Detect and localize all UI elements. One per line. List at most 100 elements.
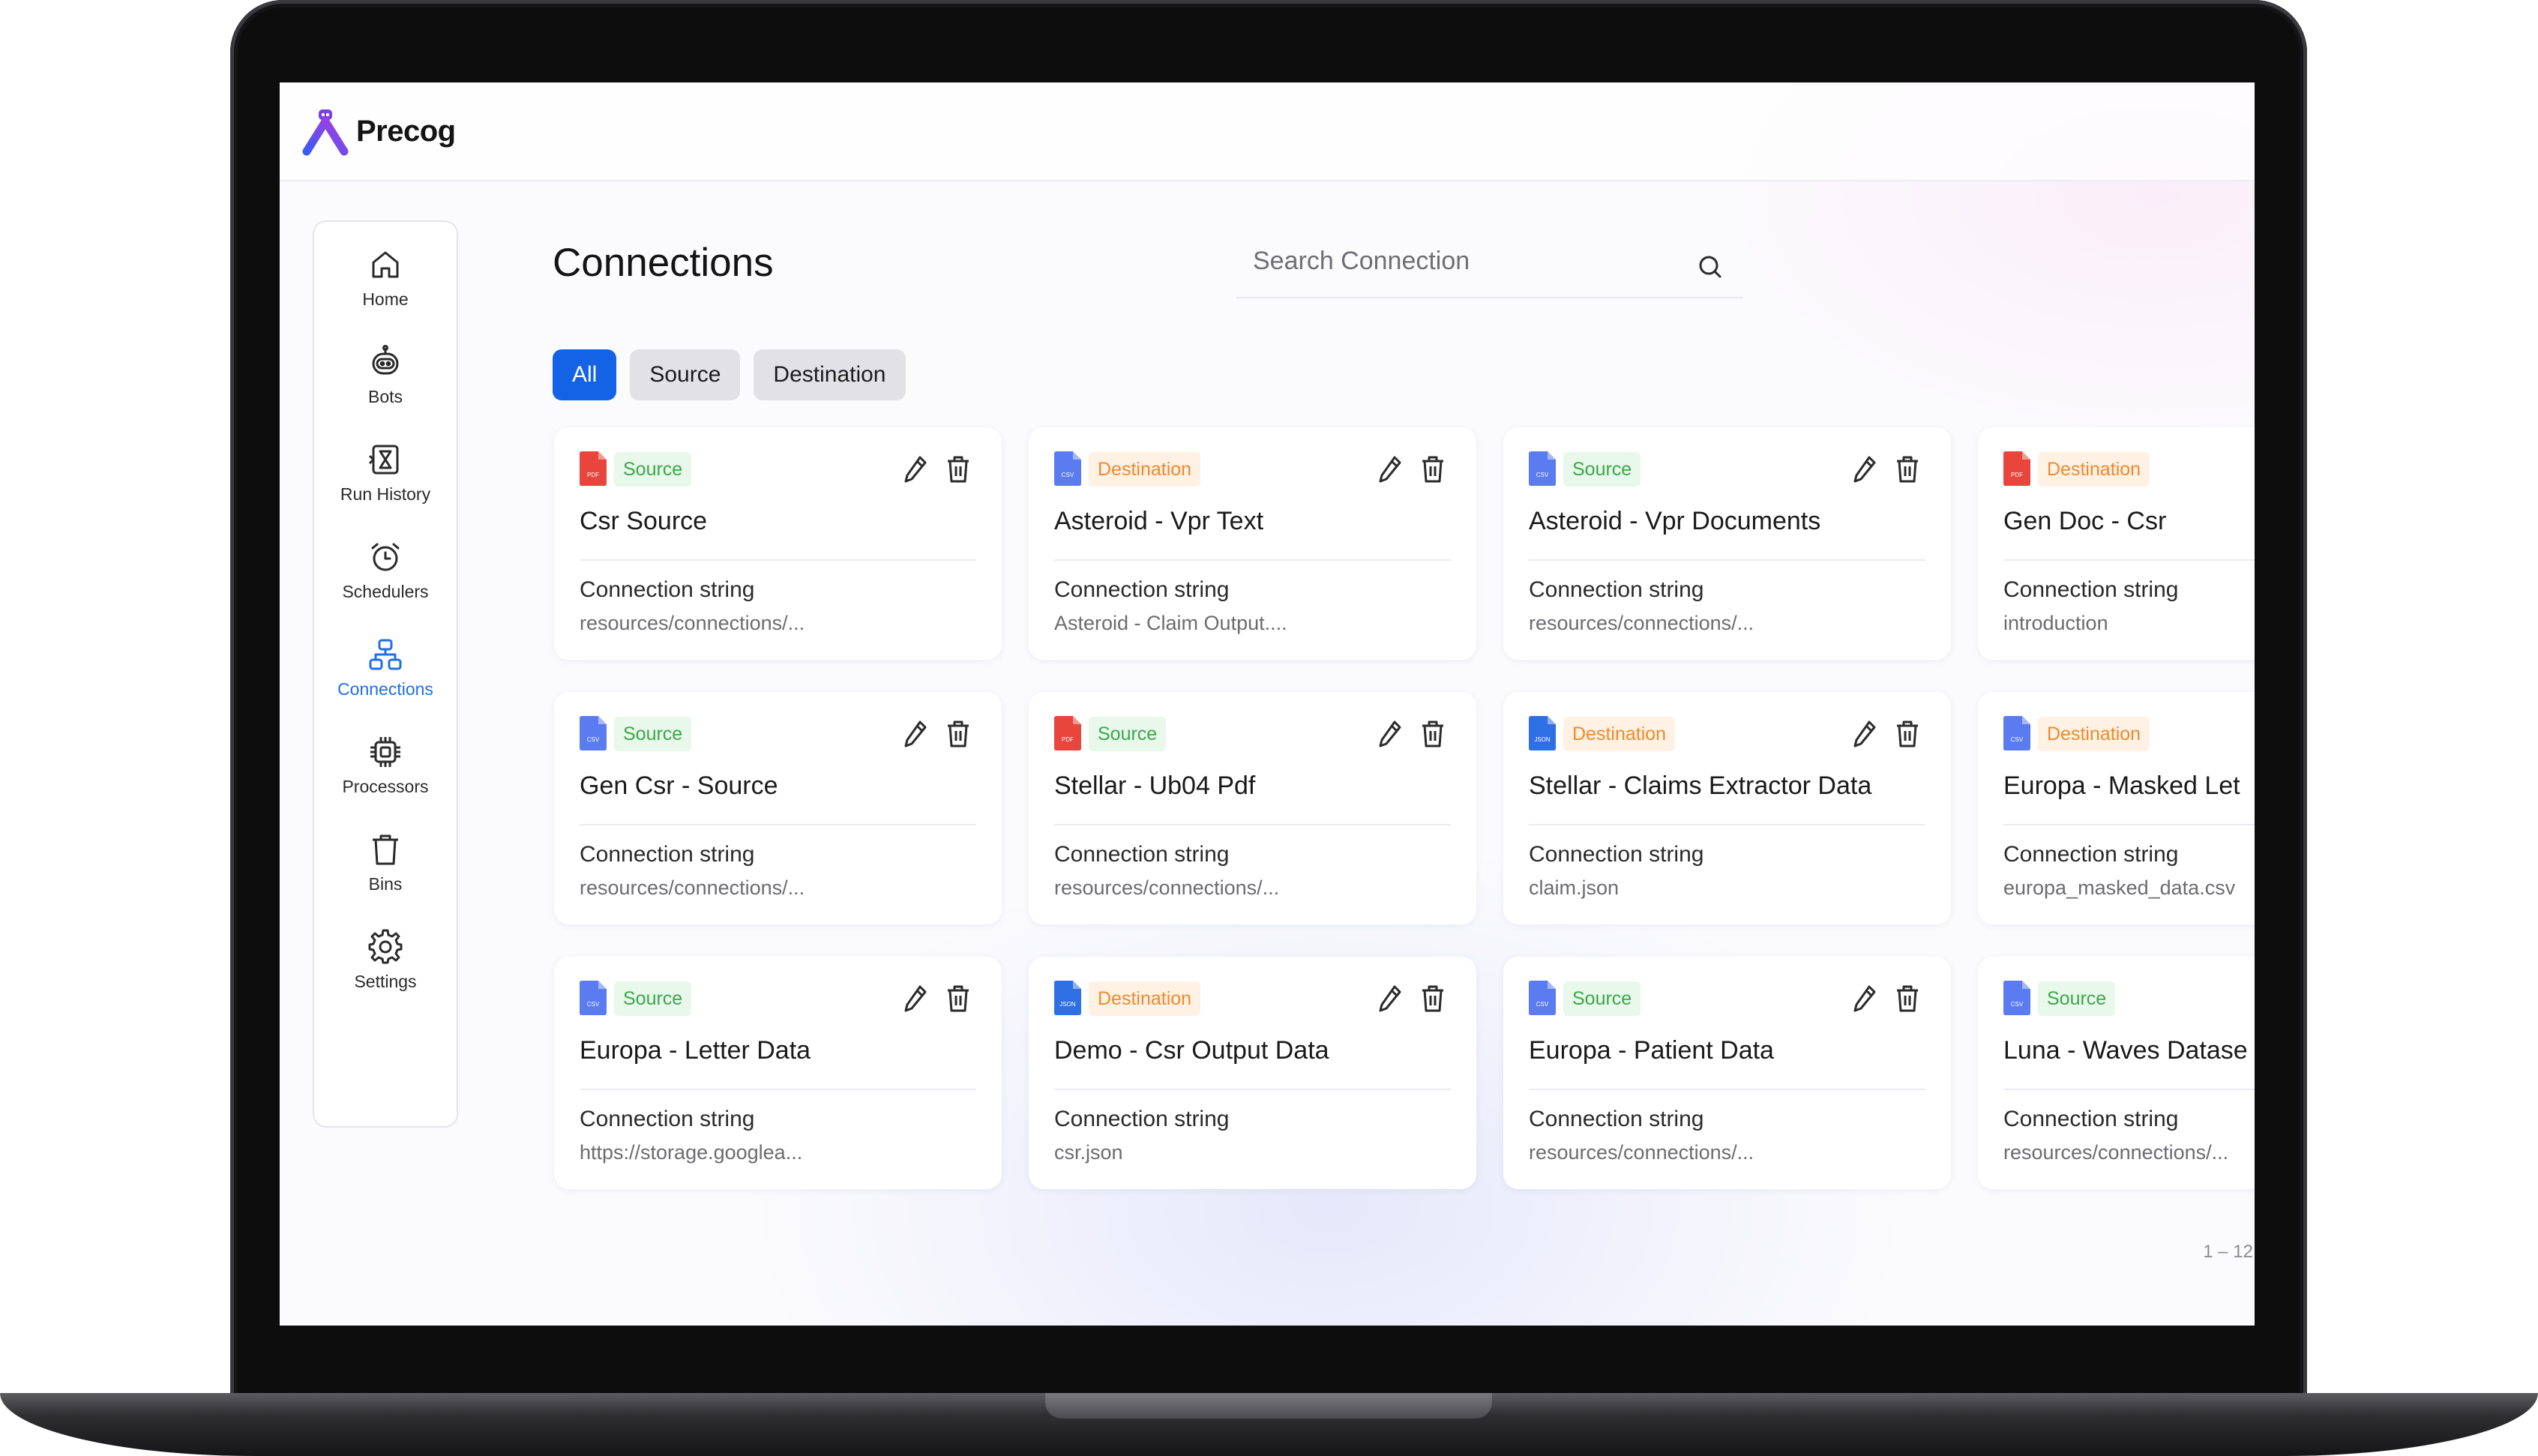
sidebar-item-settings[interactable]: Settings [314, 928, 457, 1018]
edit-pencil-icon[interactable] [1851, 984, 1878, 1014]
card-divider [1054, 1089, 1451, 1090]
connection-type-badge: Source [1563, 452, 1641, 487]
sidebar-item-bots[interactable]: Bots [314, 343, 457, 433]
sidebar-item-home[interactable]: Home [314, 246, 457, 336]
connection-title: Csr Source [580, 507, 708, 535]
pdf-file-icon: PDF [580, 451, 607, 486]
connection-card[interactable]: CSV Source Luna - Waves Datase Connectio… [1978, 957, 2255, 1189]
connection-type-badge: Destination [1089, 981, 1201, 1016]
sidebar-item-label: Run History [340, 484, 431, 504]
connection-string-value: introduction [2003, 612, 2108, 634]
connection-string-value: resources/connections/... [580, 612, 805, 634]
connection-string-label: Connection string [1529, 1107, 1704, 1131]
pdf-file-icon: PDF [1054, 716, 1081, 750]
app-name: Precog [356, 114, 456, 148]
connection-card[interactable]: PDF Destination Gen Doc - Csr Connection… [1978, 427, 2255, 660]
connection-type-badge: Source [1563, 981, 1641, 1016]
filter-source[interactable]: Source [630, 349, 741, 400]
connection-card[interactable]: CSV Destination Europa - Masked Let Conn… [1978, 692, 2255, 924]
card-divider [1529, 824, 1925, 825]
sidebar-item-label: Bots [367, 387, 403, 406]
connection-card[interactable]: CSV Source Gen Csr - Source Connection s… [554, 692, 1002, 924]
delete-trash-icon[interactable] [1419, 984, 1446, 1014]
connection-card[interactable]: PDF Source Stellar - Ub04 Pdf Connection… [1029, 692, 1476, 924]
edit-pencil-icon[interactable] [1851, 719, 1878, 749]
card-divider [1054, 824, 1451, 825]
connection-string-value: resources/connections/... [1529, 1141, 1754, 1164]
card-divider [2003, 1089, 2255, 1090]
card-divider [2003, 824, 2255, 825]
connection-string-value: claim.json [1529, 876, 1620, 899]
connection-type-badge: Destination [2038, 717, 2150, 751]
csv-file-icon: CSV [1529, 451, 1556, 486]
delete-trash-icon[interactable] [1894, 984, 1921, 1014]
connection-string-label: Connection string [1054, 577, 1230, 602]
connection-string-value: resources/connections/... [580, 876, 805, 899]
edit-pencil-icon[interactable] [1377, 719, 1404, 749]
app-screen: Precog Home Bots Run History Schedulers … [280, 82, 2255, 1326]
filter-destination[interactable]: Destination [754, 349, 906, 400]
card-divider [580, 559, 976, 561]
csv-file-icon: CSV [2003, 981, 2030, 1015]
sidebar-item-label: Settings [354, 972, 417, 991]
delete-trash-icon[interactable] [1419, 719, 1446, 749]
delete-trash-icon[interactable] [1894, 719, 1921, 749]
csv-file-icon: CSV [580, 716, 607, 750]
sidebar-item-label: Connections [337, 679, 433, 699]
filter-all[interactable]: All [553, 349, 617, 400]
csv-file-icon: CSV [580, 981, 607, 1015]
delete-trash-icon[interactable] [945, 454, 972, 484]
svg-text:CSV: CSV [2011, 1001, 2024, 1008]
connection-title: Asteroid - Vpr Text [1054, 507, 1264, 535]
connection-string-label: Connection string [1054, 842, 1230, 867]
svg-text:CSV: CSV [1062, 472, 1074, 478]
app-logo[interactable]: Precog [301, 106, 456, 156]
edit-pencil-icon[interactable] [902, 719, 929, 749]
delete-trash-icon[interactable] [1419, 454, 1446, 484]
sidebar-item-processors[interactable]: Processors [314, 733, 457, 823]
connection-card[interactable]: JSON Destination Stellar - Claims Extrac… [1503, 692, 1951, 924]
edit-pencil-icon[interactable] [1377, 984, 1404, 1014]
svg-text:CSV: CSV [1536, 472, 1549, 478]
connection-string-label: Connection string [2003, 577, 2179, 602]
connection-string-value: resources/connections/... [1529, 612, 1754, 634]
connection-card[interactable]: PDF Source Csr Source Connection string … [554, 427, 1002, 660]
sidebar-item-connections[interactable]: Connections [314, 636, 457, 726]
connection-title: Demo - Csr Output Data [1054, 1036, 1329, 1065]
connection-string-value: resources/connections/... [2003, 1141, 2229, 1164]
delete-trash-icon[interactable] [945, 984, 972, 1014]
svg-text:CSV: CSV [587, 736, 600, 743]
connection-card[interactable]: CSV Destination Asteroid - Vpr Text Conn… [1029, 427, 1476, 660]
search-input[interactable] [1251, 241, 1674, 280]
sidebar-item-bins[interactable]: Bins [314, 831, 457, 921]
search-bar [1236, 232, 1743, 298]
connection-title: Luna - Waves Datase [2003, 1036, 2248, 1065]
svg-text:CSV: CSV [2011, 736, 2024, 743]
pdf-file-icon: PDF [2003, 451, 2030, 486]
card-divider [1529, 1089, 1925, 1090]
connection-title: Stellar - Claims Extractor Data [1529, 771, 1872, 800]
connection-card[interactable]: JSON Destination Demo - Csr Output Data … [1029, 957, 1476, 1189]
sidebar-item-label: Schedulers [342, 582, 429, 601]
connection-string-label: Connection string [1529, 842, 1704, 867]
connection-card[interactable]: CSV Source Europa - Patient Data Connect… [1503, 957, 1951, 1189]
card-divider [580, 1089, 976, 1090]
connection-string-value: https://storage.googlea... [580, 1141, 803, 1164]
edit-pencil-icon[interactable] [1377, 454, 1404, 484]
connection-card[interactable]: CSV Source Europa - Letter Data Connecti… [554, 957, 1002, 1189]
connection-string-value: europa_masked_data.csv [2003, 876, 2236, 899]
delete-trash-icon[interactable] [1894, 454, 1921, 484]
connection-string-label: Connection string [580, 1107, 755, 1131]
delete-trash-icon[interactable] [945, 719, 972, 749]
edit-pencil-icon[interactable] [1851, 454, 1878, 484]
processor-chip-icon [370, 737, 400, 767]
search-icon[interactable] [1697, 253, 1724, 280]
connection-string-label: Connection string [2003, 842, 2179, 867]
connection-card[interactable]: CSV Source Asteroid - Vpr Documents Conn… [1503, 427, 1951, 660]
sidebar-item-run-history[interactable]: Run History [314, 441, 457, 531]
edit-pencil-icon[interactable] [902, 454, 929, 484]
sidebar-item-schedulers[interactable]: Schedulers [314, 538, 457, 628]
connection-type-badge: Destination [1563, 717, 1676, 751]
laptop-base-notch [1045, 1393, 1492, 1419]
edit-pencil-icon[interactable] [902, 984, 929, 1014]
